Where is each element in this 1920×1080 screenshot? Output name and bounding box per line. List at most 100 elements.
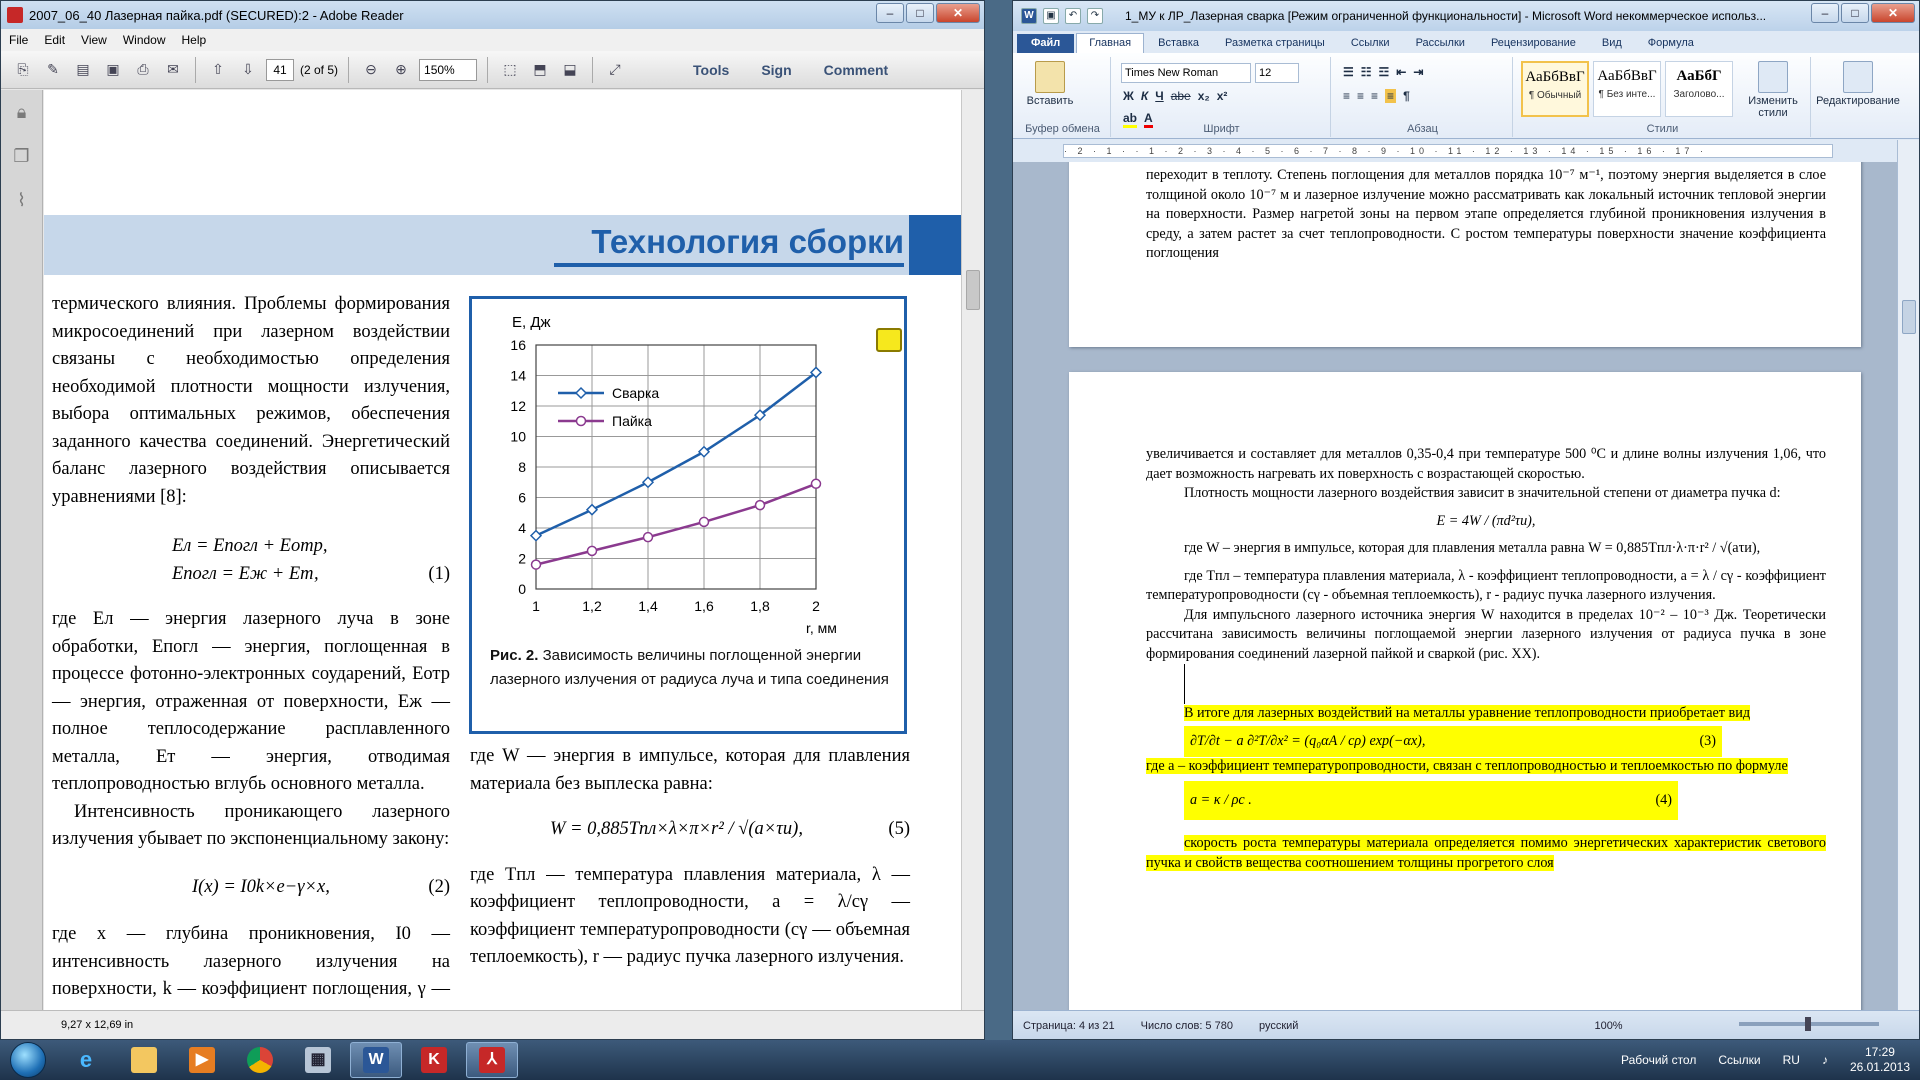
menu-window[interactable]: Window (123, 33, 166, 47)
paste-button[interactable]: Вставить (1025, 61, 1075, 107)
word-vertical-scrollbar[interactable] (1897, 140, 1919, 1010)
reader-titlebar[interactable]: 2007_06_40 Лазерная пайка.pdf (SECURED):… (1, 1, 984, 29)
scrolling-mode-icon[interactable]: ⬓ (558, 58, 582, 82)
redo-icon[interactable]: ↷ (1087, 8, 1103, 24)
language-indicator[interactable]: RU (1783, 1053, 1800, 1067)
minimize-button[interactable]: – (1811, 3, 1839, 23)
maximize-button[interactable]: □ (906, 3, 934, 23)
justify-icon[interactable]: ≡ (1385, 89, 1397, 103)
increase-indent-icon[interactable]: ⇥ (1413, 65, 1423, 79)
style-heading[interactable]: АаБбГ Заголово... (1665, 61, 1733, 117)
font-name-select[interactable]: Times New Roman (1121, 63, 1251, 83)
reader-vertical-scrollbar[interactable] (961, 90, 984, 1010)
fit-width-icon[interactable]: ⬒ (528, 58, 552, 82)
taskbar-media-player[interactable]: ▶ (176, 1042, 228, 1078)
zoom-slider[interactable] (1739, 1017, 1879, 1031)
numbering-icon[interactable]: ☷ (1361, 65, 1372, 79)
read-mode-icon[interactable]: ⤢ (603, 58, 627, 82)
page-body: увеличивается и составляет для металлов … (1146, 445, 1826, 873)
change-styles-button[interactable]: Изменить стили (1741, 61, 1805, 119)
edit-pdf-icon[interactable]: ✎ (41, 58, 65, 82)
attachment-icon[interactable]: ⌇ (11, 190, 33, 214)
document-page-current[interactable]: увеличивается и составляет для металлов … (1069, 372, 1861, 1010)
save-icon[interactable]: ▣ (101, 58, 125, 82)
comment-note-icon[interactable] (876, 328, 902, 352)
superscript-button[interactable]: x² (1217, 89, 1228, 103)
tab-mailings[interactable]: Рассылки (1404, 34, 1477, 53)
clock[interactable]: 17:29 26.01.2013 (1850, 1045, 1910, 1075)
font-size-select[interactable]: 12 (1255, 63, 1299, 83)
zoom-select[interactable]: 150% (419, 58, 478, 81)
horizontal-ruler[interactable]: · 2 · 1 · · 1 · 2 · 3 · 4 · 5 · 6 · 7 · … (1013, 140, 1919, 162)
bold-button[interactable]: Ж (1123, 89, 1134, 103)
language-indicator[interactable]: русский (1259, 1020, 1298, 1032)
strikethrough-button[interactable]: abe (1171, 89, 1191, 103)
volume-icon[interactable]: ♪ (1822, 1053, 1828, 1067)
pages-icon[interactable]: ❐ (11, 146, 33, 170)
tab-references[interactable]: Ссылки (1339, 34, 1402, 53)
taskbar-calculator[interactable]: ▦ (292, 1042, 344, 1078)
taskbar-word[interactable]: W (350, 1042, 402, 1078)
subscript-button[interactable]: x₂ (1198, 89, 1210, 103)
tab-view[interactable]: Вид (1590, 34, 1634, 53)
taskbar-chrome[interactable] (234, 1042, 286, 1078)
word-titlebar[interactable]: W ▣ ↶ ↷ 1_МУ к ЛР_Лазерная сварка [Режим… (1013, 1, 1919, 31)
start-button[interactable] (10, 1042, 46, 1078)
links-toolbar[interactable]: Ссылки (1718, 1053, 1760, 1067)
close-button[interactable]: ✕ (1871, 3, 1915, 23)
email-icon[interactable]: ✉ (161, 58, 185, 82)
decrease-indent-icon[interactable]: ⇤ (1396, 65, 1406, 79)
word-app-icon[interactable]: W (1021, 8, 1037, 24)
tab-file[interactable]: Файл (1017, 34, 1075, 53)
tab-page-layout[interactable]: Разметка страницы (1213, 34, 1337, 53)
tools-button[interactable]: Tools (693, 62, 729, 78)
menu-view[interactable]: View (81, 33, 107, 47)
zoom-level[interactable]: 100% (1594, 1020, 1622, 1032)
scrollbar-thumb[interactable] (1902, 300, 1916, 334)
lock-icon[interactable]: 🔒︎ (11, 102, 33, 126)
desktop-toolbar[interactable]: Рабочий стол (1621, 1053, 1696, 1067)
zoom-out-icon[interactable]: ⊖ (359, 58, 383, 82)
align-left-icon[interactable]: ≡ (1343, 89, 1350, 103)
zoom-in-icon[interactable]: ⊕ (389, 58, 413, 82)
align-right-icon[interactable]: ≡ (1371, 89, 1378, 103)
close-button[interactable]: ✕ (936, 3, 980, 23)
page-number-input[interactable]: 41 (266, 58, 294, 81)
undo-icon[interactable]: ↶ (1065, 8, 1081, 24)
menu-help[interactable]: Help (182, 33, 207, 47)
taskbar-explorer[interactable] (118, 1042, 170, 1078)
sign-button[interactable]: Sign (761, 62, 791, 78)
menu-edit[interactable]: Edit (44, 33, 65, 47)
fit-page-icon[interactable]: ⬚ (498, 58, 522, 82)
align-center-icon[interactable]: ≡ (1357, 89, 1364, 103)
tab-insert[interactable]: Вставка (1146, 34, 1211, 53)
editing-button[interactable]: Редактирование (1815, 61, 1901, 107)
maximize-button[interactable]: □ (1841, 3, 1869, 23)
zoom-slider-knob[interactable] (1805, 1017, 1811, 1031)
next-page-icon[interactable]: ⇩ (236, 58, 260, 82)
underline-button[interactable]: Ч (1155, 89, 1163, 103)
tab-review[interactable]: Рецензирование (1479, 34, 1588, 53)
menu-file[interactable]: File (9, 33, 28, 47)
open-folder-icon[interactable]: ▤ (71, 58, 95, 82)
pilcrow-icon[interactable]: ¶ (1403, 89, 1410, 103)
word-count[interactable]: Число слов: 5 780 (1141, 1020, 1233, 1032)
previous-page-icon[interactable]: ⇧ (206, 58, 230, 82)
italic-button[interactable]: К (1141, 89, 1148, 103)
style-normal[interactable]: АаБбВвГ ¶ Обычный (1521, 61, 1589, 117)
style-no-spacing[interactable]: АаБбВвГ ¶ Без инте... (1593, 61, 1661, 117)
print-icon[interactable]: ⎙ (131, 58, 155, 82)
minimize-button[interactable]: – (876, 3, 904, 23)
tab-home[interactable]: Главная (1076, 33, 1145, 53)
bullets-icon[interactable]: ☰ (1343, 65, 1354, 79)
page-indicator[interactable]: Страница: 4 из 21 (1023, 1020, 1115, 1032)
create-pdf-icon[interactable]: ⎘ (11, 58, 35, 82)
taskbar-adobe-reader[interactable]: ⅄ (466, 1042, 518, 1078)
scrollbar-thumb[interactable] (966, 270, 980, 310)
comment-button[interactable]: Comment (824, 62, 889, 78)
taskbar-kaspersky[interactable]: K (408, 1042, 460, 1078)
save-icon[interactable]: ▣ (1043, 8, 1059, 24)
taskbar-internet-explorer[interactable]: e (60, 1042, 112, 1078)
tab-equation[interactable]: Формула (1636, 34, 1706, 53)
multilevel-list-icon[interactable]: ☲ (1379, 65, 1390, 79)
